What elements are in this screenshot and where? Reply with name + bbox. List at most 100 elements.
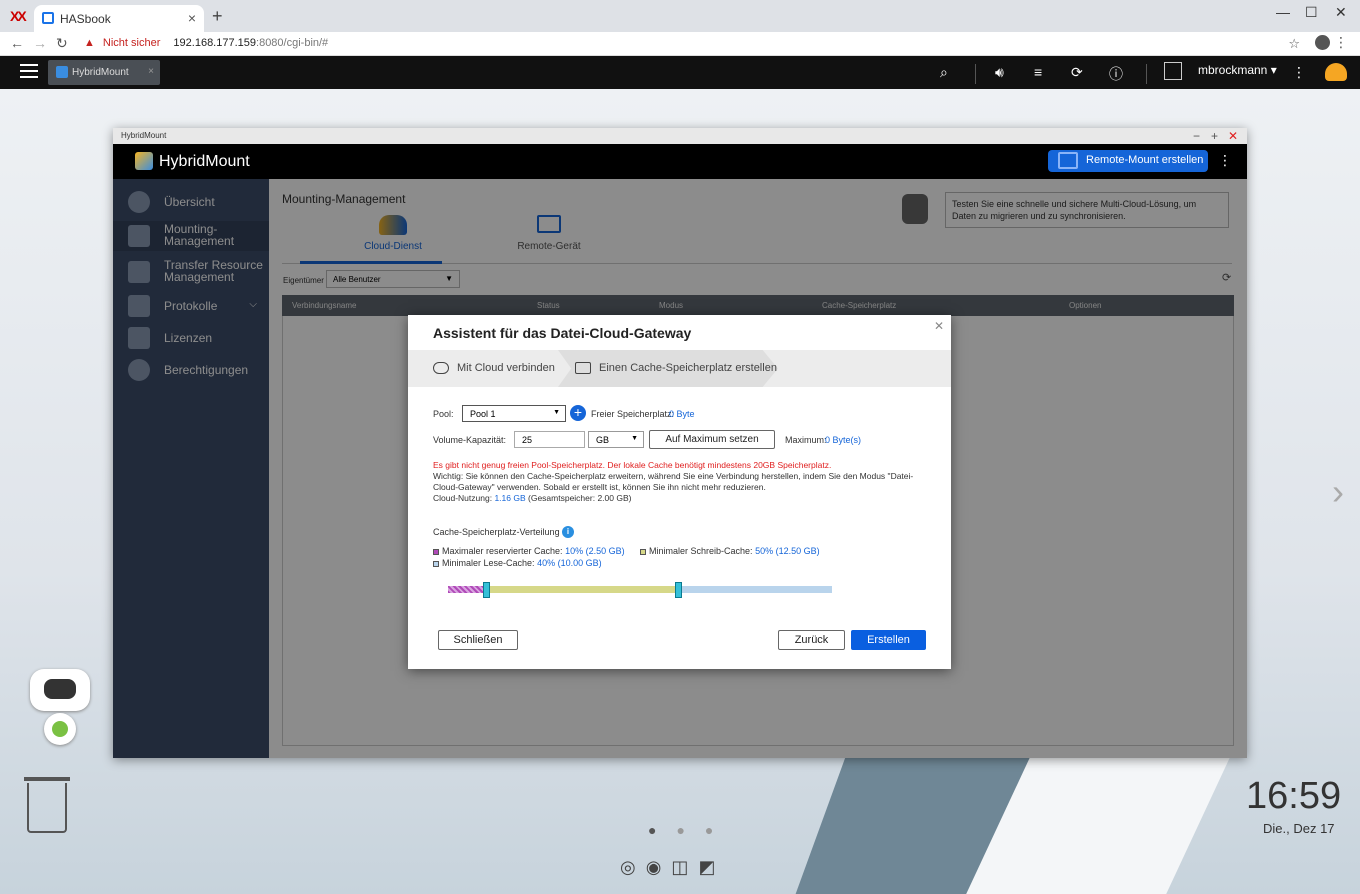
pool-label: Pool: [433, 409, 454, 419]
minimize-icon[interactable]: — [1276, 4, 1290, 20]
slider-segment-reserved [448, 586, 487, 593]
resource-monitor-icon[interactable] [1325, 63, 1347, 81]
tab-search-icon[interactable]: XX [10, 8, 27, 24]
username: mbrockmann ▾ [1198, 63, 1277, 78]
tasks-icon[interactable]: ≡ [1034, 64, 1042, 80]
maximum-label: Maximum: [785, 435, 827, 445]
dialog-close-icon[interactable]: ✕ [934, 319, 944, 333]
step-connect-cloud: Mit Cloud verbinden [433, 362, 555, 375]
create-button[interactable]: Erstellen [851, 630, 926, 650]
distribution-label: Cache-Speicherplatz-Verteilung [433, 527, 560, 537]
usage-value: 1.16 GB [494, 493, 526, 503]
legend-write: Minimaler Schreib-Cache: 50% (12.50 GB) [640, 546, 820, 556]
important-note: Wichtig: Sie können den Cache-Speicherpl… [433, 471, 914, 492]
pool-value: Pool 1 [470, 409, 496, 419]
free-space-value: 0 Byte [669, 409, 695, 419]
unit-select[interactable]: GB ▼ [588, 431, 644, 448]
window-maximize-icon[interactable]: + [1211, 129, 1218, 143]
step-label: Einen Cache-Speicherplatz erstellen [599, 362, 777, 374]
legend-value: 40% (10.00 GB) [537, 558, 602, 568]
app-name: HybridMount [159, 153, 250, 170]
desktop-date: Die., Dez 17 [1263, 821, 1335, 836]
remote-mount-button[interactable]: Remote-Mount erstellen [1048, 150, 1208, 172]
add-pool-icon[interactable]: + [570, 405, 586, 421]
address-bar-row: ← → ↻ ▲ Nicht sicher 192.168.177.159:8080… [0, 32, 1360, 56]
browser-tabbar: XX HASbook × + — ☐ ✕ [0, 0, 1360, 32]
slider-segment-read [678, 586, 832, 593]
window-close-icon[interactable]: ✕ [1335, 4, 1347, 21]
maximize-icon[interactable]: ☐ [1305, 4, 1318, 21]
warning-icon: ▲ [84, 37, 95, 49]
legend-label: Minimaler Lese-Cache: [442, 558, 535, 568]
legend-label: Maximaler reservierter Cache: [442, 546, 563, 556]
dock-icons[interactable]: ◎◉◫◩ [620, 857, 725, 878]
bookmark-star-icon[interactable]: ☆ [1288, 36, 1300, 52]
app-header: HybridMount Remote-Mount erstellen ⋮ [113, 144, 1247, 179]
sync-icon[interactable]: ⟳ [1071, 64, 1083, 81]
legend-value: 10% (2.50 GB) [565, 546, 625, 556]
legend-value: 50% (12.50 GB) [755, 546, 820, 556]
cloud-link-icon [433, 362, 449, 375]
robot-assistant-icon[interactable] [22, 669, 98, 759]
caret-down-icon: ▼ [553, 409, 560, 416]
pool-select[interactable]: Pool 1 ▼ [462, 405, 566, 422]
tab-close-icon[interactable]: × [188, 10, 196, 26]
more-icon[interactable]: ⋮ [1292, 64, 1306, 81]
slider-segment-write [486, 586, 679, 593]
usage-label: Cloud-Nutzung: [433, 493, 493, 503]
volume-icon[interactable]: 🔊︎ [995, 64, 1004, 81]
desktop-page-dots[interactable]: ●●● [648, 822, 733, 838]
url-host: 192.168.177.159 [173, 37, 257, 49]
app-menu-icon[interactable]: ⋮ [1218, 152, 1232, 169]
taskbar-close-icon[interactable]: × [148, 66, 154, 77]
maximum-value: 0 Byte(s) [825, 435, 862, 445]
dialog-title: Assistent für das Datei-Cloud-Gateway [433, 325, 692, 341]
capacity-input[interactable]: 25 [514, 431, 585, 448]
favicon-icon [42, 12, 54, 24]
close-button[interactable]: Schließen [438, 630, 518, 650]
qts-topbar: HybridMount × ⌕ 🔊︎ ≡ ⟳ ⓘ mbrockmann ▾ ⋮ [0, 56, 1360, 89]
slider-handle-write[interactable] [675, 582, 683, 598]
info-icon[interactable]: ⓘ [1109, 64, 1123, 84]
error-message: Es gibt nicht genug freien Pool-Speicher… [433, 460, 832, 470]
slider-handle-reserved[interactable] [483, 582, 491, 598]
new-tab-icon[interactable]: + [212, 6, 223, 27]
browser-tab[interactable]: HASbook × [34, 5, 204, 32]
app-logo-icon [135, 152, 153, 170]
desktop-clock: 16:59 [1246, 775, 1342, 817]
window-title: HybridMount [121, 131, 167, 140]
legend-label: Minimaler Schreib-Cache: [649, 546, 753, 556]
remote-mount-label: Remote-Mount erstellen [1086, 154, 1204, 166]
url-field[interactable]: ▲ Nicht sicher 192.168.177.159:8080/cgi-b… [78, 33, 1310, 55]
cache-distribution-slider[interactable] [448, 586, 832, 593]
warning-text: Es gibt nicht genug freien Pool-Speicher… [433, 460, 923, 504]
back-icon[interactable]: ← [10, 35, 24, 51]
search-icon[interactable]: ⌕ [940, 64, 948, 81]
browser-menu-icon[interactable]: ⋮ [1334, 34, 1348, 51]
capacity-label: Volume-Kapazität: [433, 435, 507, 445]
main-menu-icon[interactable] [20, 64, 38, 82]
taskbar-app-hybridmount[interactable]: HybridMount × [48, 60, 160, 85]
distribution-info-icon[interactable]: i [562, 526, 574, 538]
legend-read: Minimaler Lese-Cache: 40% (10.00 GB) [433, 558, 602, 568]
next-page-icon[interactable]: › [1332, 471, 1344, 513]
taskbar-app-label: HybridMount [72, 67, 129, 78]
back-button[interactable]: Zurück [778, 630, 845, 650]
legend-reserved: Maximaler reservierter Cache: 10% (2.50 … [433, 546, 625, 556]
caret-down-icon: ▼ [631, 435, 638, 442]
unit-value: GB [596, 435, 610, 445]
trash-icon[interactable] [27, 783, 67, 833]
user-avatar-icon [1164, 62, 1182, 80]
window-close-icon-app[interactable]: ✕ [1228, 129, 1238, 143]
account-icon[interactable] [1315, 35, 1330, 50]
user-menu[interactable]: mbrockmann ▾ [1164, 62, 1277, 80]
step-label: Mit Cloud verbinden [457, 362, 555, 374]
hybridmount-icon [56, 66, 68, 78]
security-label: Nicht sicher [102, 37, 161, 49]
forward-icon[interactable]: → [33, 35, 47, 51]
usage-total: (Gesamtspeicher: 2.00 GB) [528, 493, 632, 503]
remote-mount-icon [1058, 152, 1078, 169]
window-minimize-icon[interactable]: − [1193, 129, 1200, 143]
reload-icon[interactable]: ↻ [56, 35, 68, 52]
set-maximum-button[interactable]: Auf Maximum setzen [649, 430, 775, 449]
